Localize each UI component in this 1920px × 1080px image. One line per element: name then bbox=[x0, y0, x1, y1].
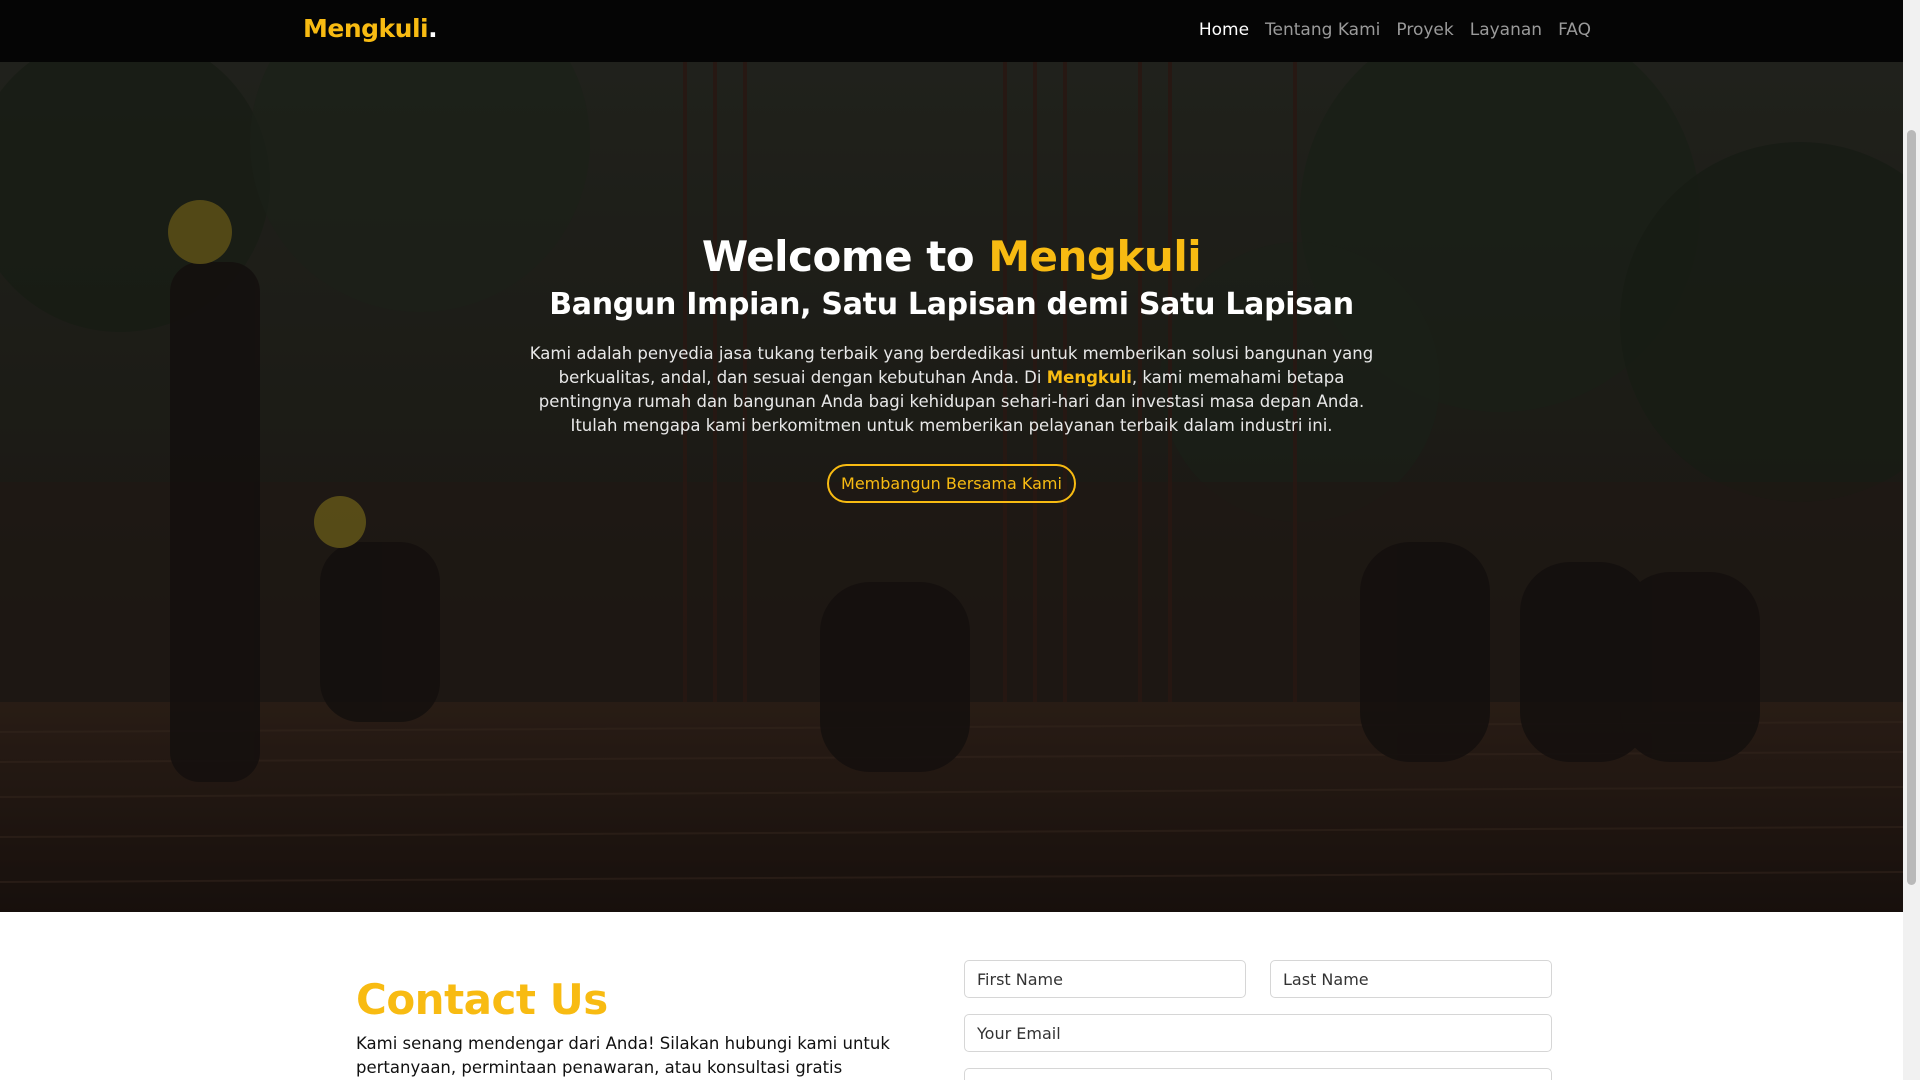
next-field[interactable] bbox=[964, 1068, 1552, 1080]
contact-title: Contact Us bbox=[356, 975, 608, 1024]
scrollbar-thumb[interactable] bbox=[1907, 130, 1916, 885]
hero-title-accent: Mengkuli bbox=[988, 232, 1202, 281]
hero-desc-accent: Mengkuli bbox=[1046, 368, 1132, 387]
page: Mengkuli. Home Tentang Kami Proyek Layan… bbox=[0, 0, 1920, 1080]
nav-links: Home Tentang Kami Proyek Layanan FAQ bbox=[1199, 20, 1591, 40]
last-name-field[interactable] bbox=[1270, 960, 1552, 998]
scrollbar[interactable] bbox=[1903, 0, 1920, 1080]
email-field[interactable] bbox=[964, 1014, 1552, 1052]
nav-link-layanan[interactable]: Layanan bbox=[1470, 20, 1542, 40]
nav-link-tentang-kami[interactable]: Tentang Kami bbox=[1265, 20, 1380, 40]
hero-description: Kami adalah penyedia jasa tukang terbaik… bbox=[522, 342, 1382, 438]
hero-content: Welcome to Mengkuli Bangun Impian, Satu … bbox=[0, 232, 1903, 503]
navbar: Mengkuli. Home Tentang Kami Proyek Layan… bbox=[0, 0, 1903, 62]
hero-title: Welcome to Mengkuli bbox=[0, 232, 1903, 281]
nav-link-proyek[interactable]: Proyek bbox=[1396, 20, 1453, 40]
brand-dot: . bbox=[428, 14, 438, 43]
brand-logo[interactable]: Mengkuli. bbox=[303, 14, 438, 43]
hero-section: Welcome to Mengkuli Bangun Impian, Satu … bbox=[0, 62, 1903, 912]
hero-subtitle: Bangun Impian, Satu Lapisan demi Satu La… bbox=[549, 287, 1354, 322]
nav-link-home[interactable]: Home bbox=[1199, 20, 1249, 40]
contact-text: Kami senang mendengar dari Anda! Silakan… bbox=[356, 1034, 890, 1077]
first-name-field[interactable] bbox=[964, 960, 1246, 998]
cta-button[interactable]: Membangun Bersama Kami bbox=[827, 464, 1076, 503]
nav-link-faq[interactable]: FAQ bbox=[1558, 20, 1591, 40]
hero-title-prefix: Welcome to bbox=[701, 232, 989, 281]
brand-name: Mengkuli bbox=[303, 14, 429, 43]
contact-section: Contact Us Kami senang mendengar dari An… bbox=[0, 912, 1903, 1080]
